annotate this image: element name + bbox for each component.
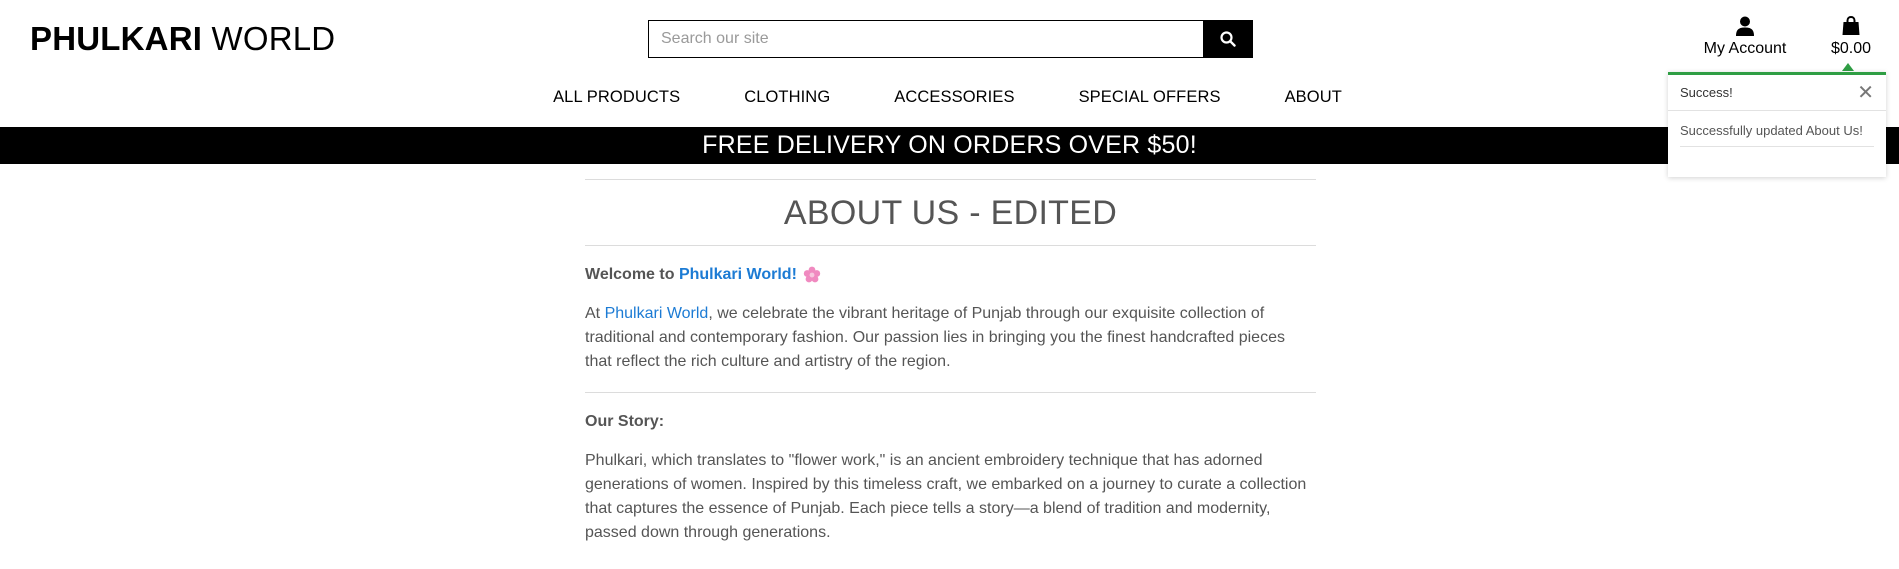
main-nav: ALL PRODUCTS CLOTHING ACCESSORIES SPECIA… — [0, 88, 1899, 107]
nav-item-about[interactable]: ABOUT — [1285, 88, 1342, 107]
welcome-brand-link: Phulkari World! — [678, 266, 797, 283]
story-paragraph: Phulkari, which translates to "flower wo… — [585, 452, 1307, 541]
bag-total: $0.00 — [1830, 40, 1872, 57]
search-icon — [1220, 31, 1236, 47]
toast-divider — [1680, 146, 1874, 147]
toast-title: Success! — [1680, 85, 1733, 100]
shopping-bag-link[interactable]: $0.00 — [1826, 16, 1876, 58]
toast-arrow — [1842, 63, 1854, 71]
user-icon — [1736, 16, 1754, 36]
close-icon[interactable]: ✕ — [1857, 83, 1874, 103]
welcome-prefix: Welcome to — [585, 266, 679, 283]
delivery-banner: FREE DELIVERY ON ORDERS OVER $50! — [0, 127, 1899, 164]
search-button[interactable] — [1203, 20, 1253, 58]
my-account-label: My Account — [1703, 40, 1787, 57]
page-title: ABOUT US - EDITED — [783, 194, 1118, 232]
toast-header: Success! ✕ — [1668, 75, 1886, 111]
welcome-line: Welcome to Phulkari World! — [585, 266, 1316, 284]
divider-story — [585, 392, 1316, 393]
nav-item-accessories[interactable]: ACCESSORIES — [894, 88, 1014, 107]
divider-title — [585, 245, 1316, 246]
flower-emoji-icon — [803, 266, 821, 283]
story-heading: Our Story: — [585, 413, 665, 430]
site-logo[interactable]: PHULKARI WORLD — [30, 20, 335, 58]
logo-bold-text: PHULKARI — [30, 20, 203, 57]
intro-paragraph: At Phulkari World, we celebrate the vibr… — [585, 302, 1316, 374]
search-input[interactable] — [648, 20, 1203, 58]
toast-message: Successfully updated About Us! — [1680, 123, 1863, 138]
logo-light-text: WORLD — [202, 20, 336, 57]
delivery-banner-text: FREE DELIVERY ON ORDERS OVER $50! — [702, 131, 1197, 159]
page: PHULKARI WORLD My Account $0.00 ALL PROD… — [0, 0, 1899, 569]
success-toast: Success! ✕ Successfully updated About Us… — [1668, 72, 1886, 177]
nav-item-special-offers[interactable]: SPECIAL OFFERS — [1079, 88, 1221, 107]
about-content: ABOUT US - EDITED Welcome to Phulkari Wo… — [585, 179, 1316, 545]
nav-item-all-products[interactable]: ALL PRODUCTS — [553, 88, 680, 107]
search-form — [648, 20, 1253, 58]
shopping-bag-icon — [1842, 16, 1860, 35]
intro-prefix: At — [585, 305, 605, 322]
my-account-link[interactable]: My Account — [1700, 16, 1790, 58]
nav-item-clothing[interactable]: CLOTHING — [744, 88, 830, 107]
intro-brand-link: Phulkari World — [604, 305, 709, 322]
